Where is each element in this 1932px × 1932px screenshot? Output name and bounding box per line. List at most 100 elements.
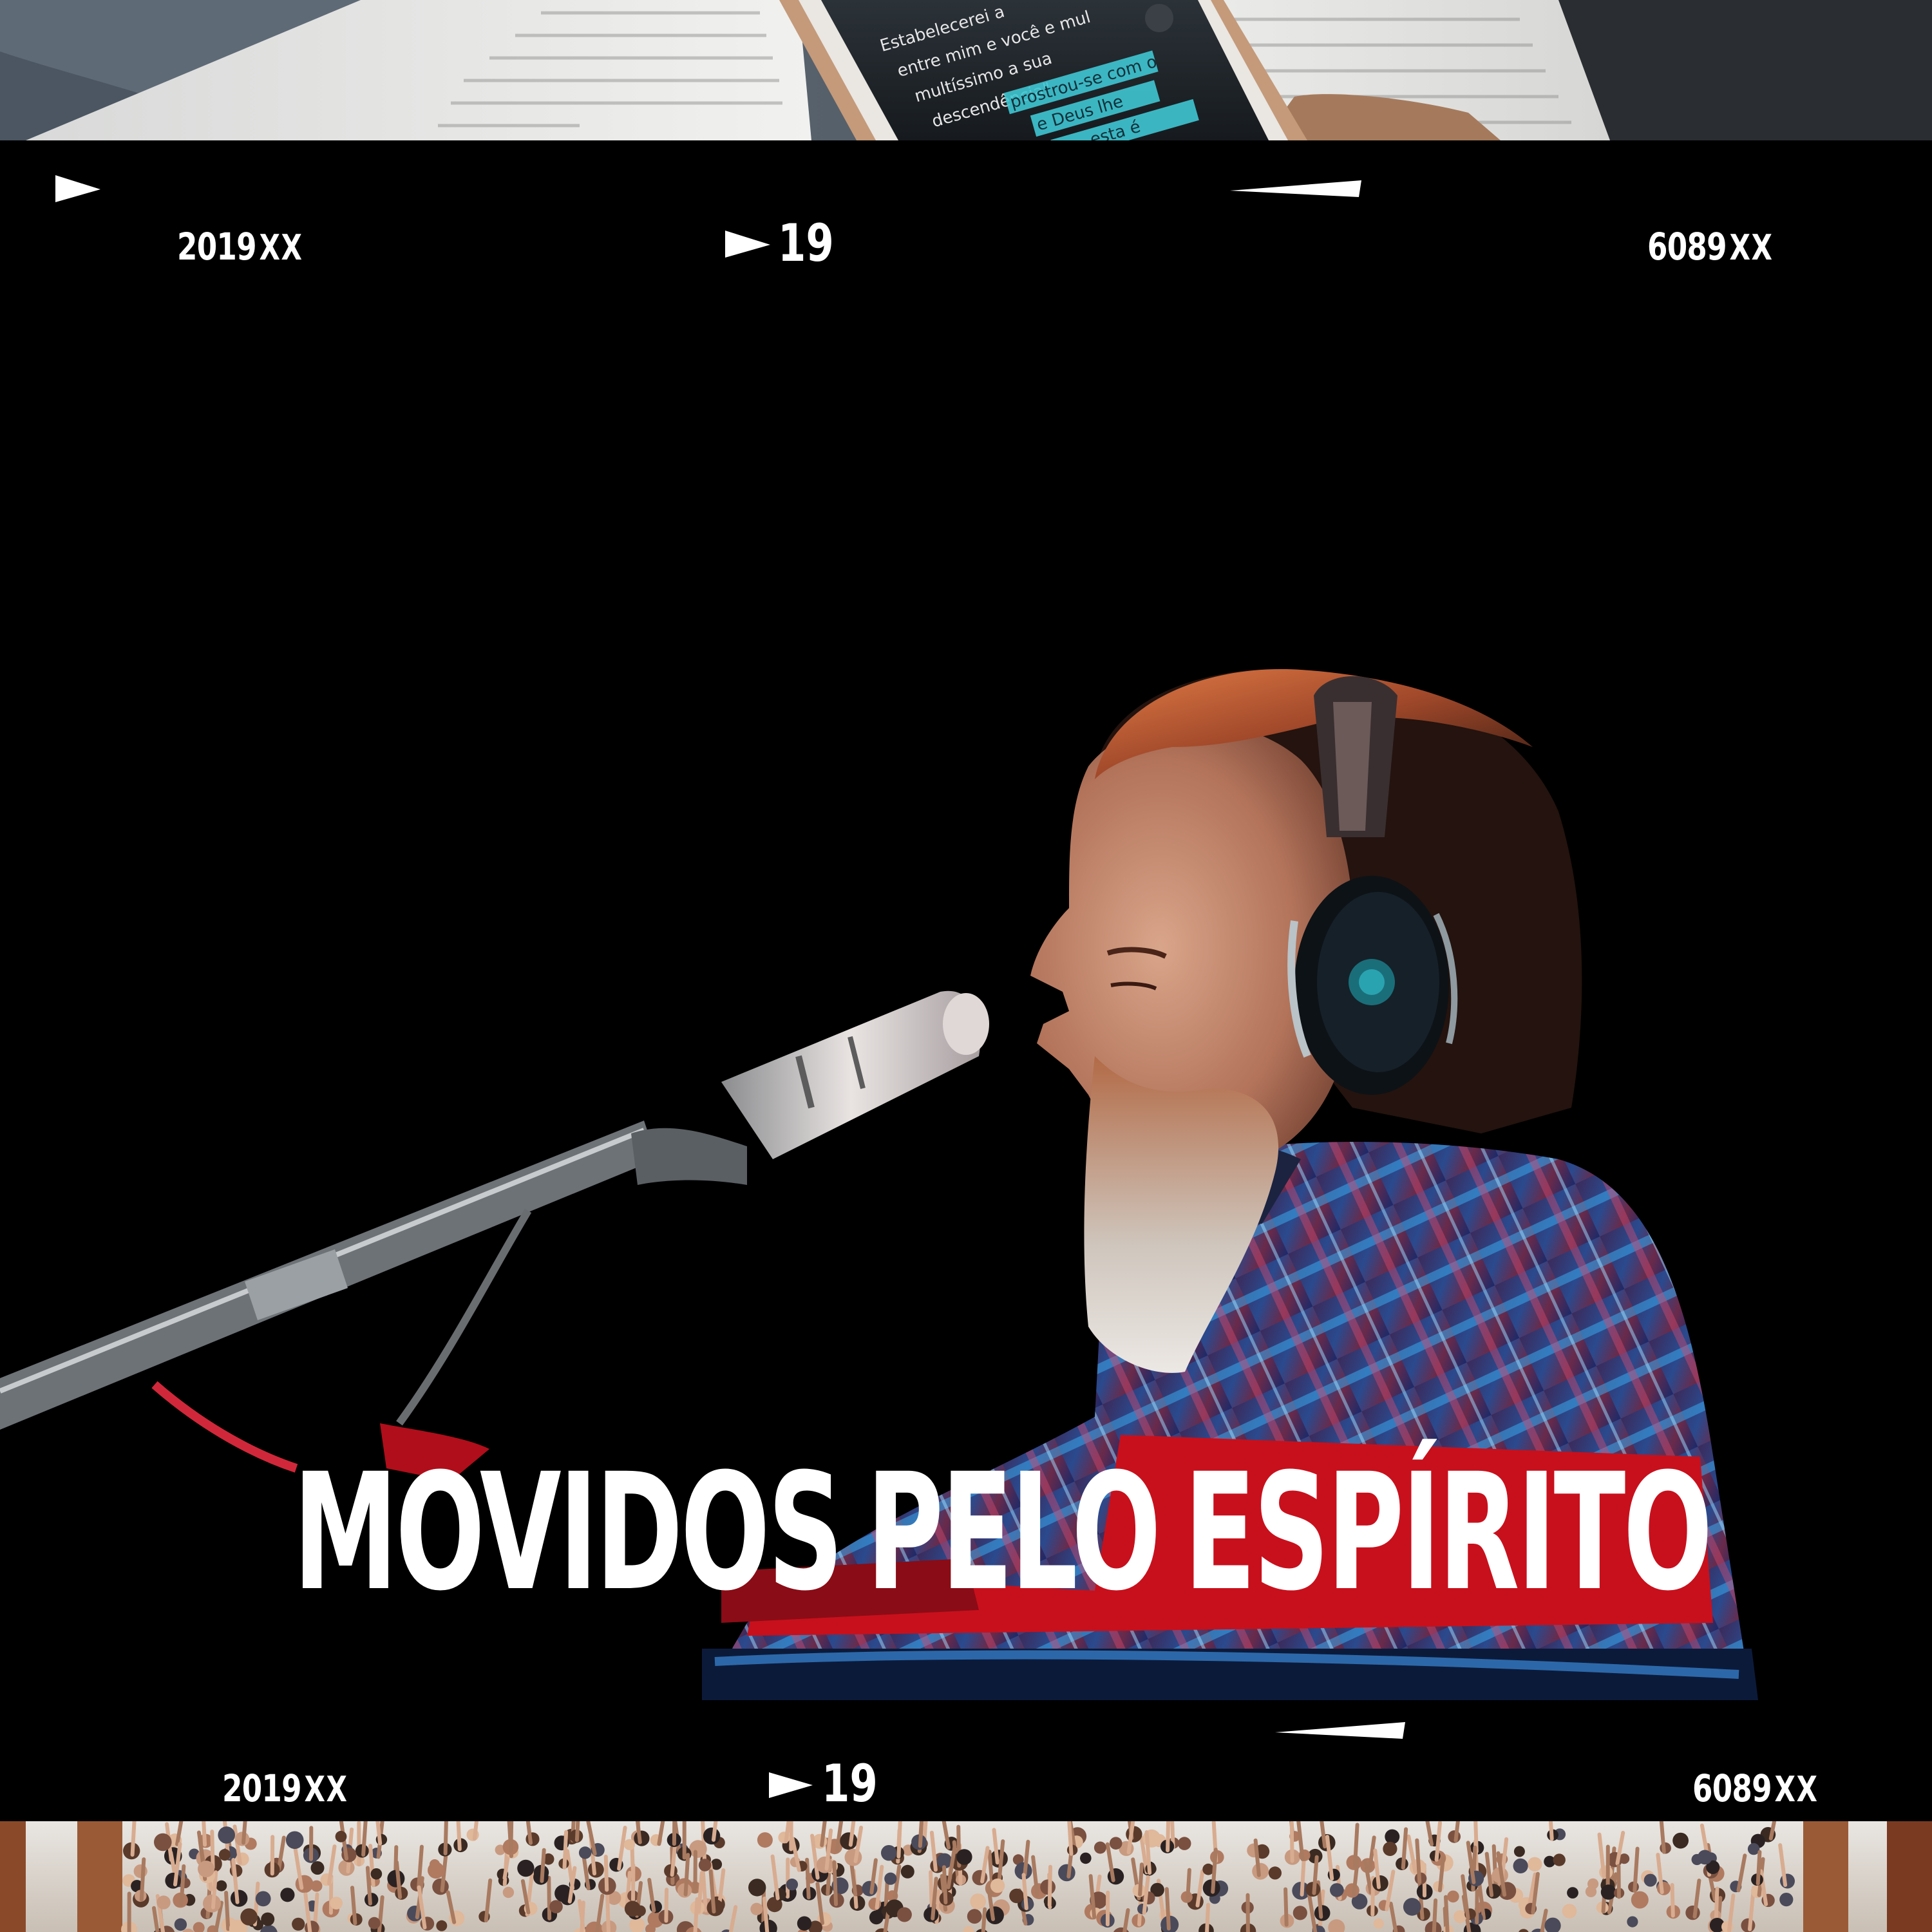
raised-hand <box>1756 1850 1762 1886</box>
raised-hand <box>1432 1898 1438 1932</box>
crowd-person <box>689 1840 707 1858</box>
raised-hand <box>693 1897 699 1932</box>
crowd-person <box>1373 1918 1384 1929</box>
crowd-person <box>255 1891 271 1907</box>
crowd-person <box>368 1917 381 1929</box>
crowd-person <box>797 1916 812 1931</box>
raised-hand <box>664 1888 669 1923</box>
headline: MOVIDOS PELO ESPÍRITO <box>293 1439 1713 1626</box>
crowd-person <box>165 1872 182 1889</box>
crowd-person <box>1600 1884 1616 1900</box>
crowd-person <box>1698 1850 1712 1865</box>
crowd-person <box>884 1872 897 1885</box>
crowd-person <box>292 1917 305 1931</box>
crowd-person <box>816 1856 833 1873</box>
crowd-person <box>154 1833 172 1852</box>
crowd-person <box>198 1861 214 1878</box>
bottom-photo-crowd <box>0 1821 1932 1932</box>
crowd-person <box>967 1909 982 1924</box>
raised-hand <box>1670 1882 1675 1918</box>
crowd-person <box>335 1830 347 1842</box>
raised-hand <box>1021 1873 1028 1910</box>
raised-hand <box>130 1821 137 1857</box>
crowd-person <box>869 1910 884 1925</box>
poster-canvas: Estabelecerei a entre mim e você e mul m… <box>0 0 1932 1932</box>
raised-hand <box>580 1900 585 1932</box>
crowd-person <box>218 1826 236 1844</box>
crowd-person <box>231 1889 248 1907</box>
crowd-person <box>1383 1841 1397 1856</box>
crowd-person <box>844 1848 862 1866</box>
raised-hand <box>603 1855 609 1892</box>
crowd-person <box>1385 1829 1400 1844</box>
raised-hand <box>1548 1821 1554 1841</box>
crowd-person <box>1656 1881 1671 1895</box>
crowd-person <box>1513 1846 1525 1857</box>
crowd-person <box>1562 1904 1577 1918</box>
crowd-person <box>240 1908 258 1926</box>
crowd-person <box>1177 1837 1191 1850</box>
crowd-person <box>517 1859 535 1877</box>
crowd-person <box>1779 1893 1794 1907</box>
crowd-person <box>1447 1890 1459 1903</box>
crowd-person <box>757 1832 773 1848</box>
crowd-person <box>1080 1852 1092 1864</box>
crowd-person <box>1345 1883 1359 1898</box>
raised-hand <box>1444 1895 1450 1932</box>
crowd-person <box>1627 1916 1638 1927</box>
raised-hand <box>693 1850 697 1893</box>
raised-hand <box>605 1889 611 1932</box>
crowd-person <box>986 1906 1004 1924</box>
crowd-person <box>1672 1832 1689 1849</box>
raised-hand <box>179 1864 186 1906</box>
frame-number-bottom: 19 <box>822 1754 878 1814</box>
raised-hand <box>1616 1864 1621 1899</box>
raised-hand <box>929 1870 934 1914</box>
crowd-person <box>862 1880 878 1897</box>
frame-label-right-bottom: 6089XX <box>1692 1766 1819 1810</box>
raised-hand <box>1067 1821 1074 1856</box>
crowd-person <box>1528 1857 1542 1871</box>
crowd-person <box>786 1879 799 1891</box>
crowd-person <box>578 1846 592 1859</box>
crowd-person <box>1109 1837 1122 1850</box>
headline-word-1: MOVIDOS <box>293 1439 844 1626</box>
raised-hand <box>365 1866 372 1906</box>
crowd-person <box>703 1827 721 1845</box>
raised-hand <box>1164 1887 1171 1931</box>
singer-photo <box>0 668 1758 1700</box>
crowd-person <box>750 1902 763 1915</box>
crowd-person <box>310 1880 323 1892</box>
crowd-person <box>285 1831 304 1850</box>
crowd-person <box>502 1886 515 1899</box>
crowd-person <box>698 1859 712 1871</box>
microphone <box>0 990 989 1473</box>
crowd-person <box>436 1920 448 1931</box>
crowd-person <box>216 1880 227 1891</box>
raised-hand <box>981 1907 987 1932</box>
crowd-person <box>840 1832 858 1850</box>
raised-hand <box>202 1821 207 1847</box>
raised-hand <box>683 1853 690 1897</box>
crowd-person <box>624 1900 641 1917</box>
headline-word-3: ESPÍRITO <box>1184 1439 1712 1626</box>
crowd-person <box>970 1893 987 1909</box>
crowd-person <box>623 1839 636 1850</box>
crowd-person <box>1403 1898 1421 1916</box>
raised-hand <box>1205 1902 1210 1932</box>
crowd-person <box>280 1888 295 1902</box>
crowd-person <box>1513 1858 1528 1873</box>
crowd-person <box>156 1895 171 1909</box>
frame-label-left-bottom: 2019XX <box>222 1766 348 1810</box>
crowd-person <box>881 1845 897 1861</box>
crowd-person <box>549 1900 563 1913</box>
crowd-person <box>1454 1910 1467 1924</box>
raised-hand <box>805 1857 811 1900</box>
raised-hand <box>540 1848 546 1883</box>
raised-hand <box>1714 1886 1719 1922</box>
crowd-person <box>1585 1886 1597 1897</box>
raised-hand <box>1289 1821 1294 1863</box>
crowd-person <box>1330 1883 1344 1897</box>
raised-hand <box>832 1860 838 1906</box>
crowd-person <box>956 1849 972 1865</box>
